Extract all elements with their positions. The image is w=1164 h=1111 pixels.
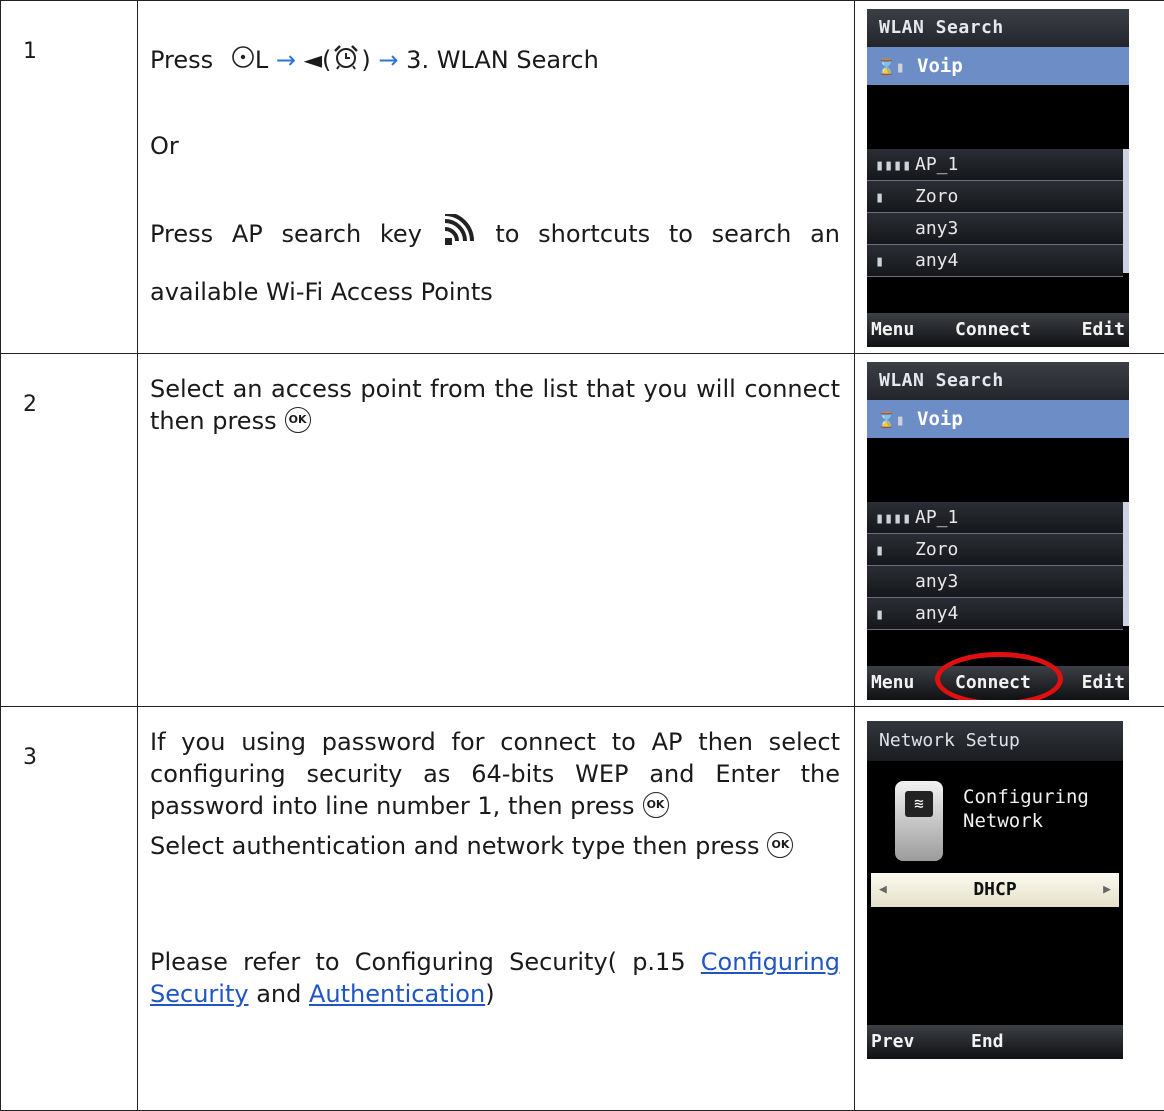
- signal-icon: ⌛▮: [877, 411, 905, 429]
- screen-title: WLAN Search: [867, 9, 1129, 47]
- alarm-clock-icon: [331, 44, 361, 78]
- step-row-2: 2 Select an access point from the list t…: [0, 353, 1164, 707]
- step-row-3: 3 If you using password for connect to A…: [0, 706, 1164, 1111]
- step-number-cell: 1: [0, 0, 138, 354]
- scrollbar[interactable]: [1123, 502, 1129, 626]
- wifi-icon: ≋: [895, 781, 943, 861]
- signal-icon: ▮: [875, 605, 885, 623]
- ap-list-item[interactable]: ▮▮▮▮ AP_1: [867, 502, 1123, 534]
- ap-list-item[interactable]: ▮▮▮▮ AP_1: [867, 149, 1123, 181]
- edit-softkey[interactable]: Edit: [1082, 313, 1125, 347]
- ap-list-item[interactable]: ▮ Zoro: [867, 534, 1123, 566]
- step3-line5: Please refer to Configuring Security( p.…: [150, 948, 840, 976]
- connect-softkey[interactable]: Connect: [955, 313, 1031, 347]
- ap-list-item[interactable]: ▮ any4: [867, 245, 1123, 277]
- ok-key-icon: OK: [642, 792, 669, 818]
- step-number: 2: [23, 392, 37, 417]
- ap-search-key-icon: [441, 212, 477, 256]
- ap-list-item[interactable]: any3: [867, 566, 1123, 598]
- network-mode-selector[interactable]: ◀ DHCP ▶: [871, 873, 1119, 907]
- config-text: Configuring Network: [963, 786, 1089, 832]
- step1-or: Or: [150, 132, 179, 160]
- step-description-cell: If you using password for connect to AP …: [137, 706, 855, 1111]
- step-number-cell: 2: [0, 353, 138, 707]
- screen-title: WLAN Search: [867, 362, 1129, 400]
- step1-line4: available Wi-Fi Access Points: [150, 278, 493, 306]
- step1-line1: Press L → ◄( ) → 3. WLAN Search: [150, 1, 840, 78]
- step-description-cell: Select an access point from the list tha…: [137, 353, 855, 707]
- screenshot-cell: Network Setup ≋ Configuring Network ◀ DH…: [854, 706, 1164, 1111]
- softkey-bar: Menu Connect Edit: [867, 313, 1129, 347]
- menu-softkey[interactable]: Menu: [871, 313, 914, 347]
- step-number-cell: 3: [0, 706, 138, 1111]
- connect-highlight-ring: [935, 652, 1063, 700]
- screen-title: Network Setup: [867, 721, 1123, 761]
- step3-line2: configuring security as 64-bits WEP and …: [150, 760, 840, 788]
- configuring-security-link[interactable]: Configuring: [701, 948, 840, 976]
- signal-icon: ▮: [875, 541, 885, 559]
- signal-icon: ▮: [875, 252, 885, 270]
- screenshot-cell: WLAN Search ⌛▮ Voip ▮▮▮▮ AP_1 ▮ Zoro any3 ▮…: [854, 353, 1164, 707]
- signal-icon: ▮▮▮▮: [875, 156, 912, 174]
- ap-list-item[interactable]: ▮ any4: [867, 598, 1123, 630]
- selected-ap-row[interactable]: ⌛▮ Voip: [867, 400, 1129, 438]
- wlan-search-screen: WLAN Search ⌛▮ Voip ▮▮▮▮ AP_1 ▮ Zoro any3 ▮…: [867, 362, 1129, 700]
- step3-line3: password into line number 1, then press O…: [150, 790, 840, 822]
- step-number: 1: [23, 39, 37, 64]
- arrow-left-icon[interactable]: ◀: [879, 873, 887, 907]
- step-number: 3: [23, 745, 37, 770]
- signal-icon: ⌛▮: [877, 58, 905, 76]
- ap-list: ▮▮▮▮ AP_1 ▮ Zoro any3 ▮ any4: [867, 149, 1123, 277]
- step3-line4: Select authentication and network type t…: [150, 830, 840, 862]
- step-row-1: 1 Press L → ◄( ) → 3. WLAN Search Or Pre…: [0, 0, 1164, 354]
- step3-line1: If you using password for connect to AP …: [150, 728, 840, 756]
- scrollbar[interactable]: [1123, 149, 1129, 273]
- selected-ap-row[interactable]: ⌛▮ Voip: [867, 47, 1129, 85]
- steps-table: 1 Press L → ◄( ) → 3. WLAN Search Or Pre…: [0, 0, 1164, 1111]
- step2-line1: Select an access point from the list tha…: [150, 375, 840, 403]
- ok-key-icon: OK: [767, 832, 794, 858]
- signal-icon: ▮: [875, 188, 885, 206]
- arrow-right-icon[interactable]: ▶: [1103, 873, 1111, 907]
- end-softkey[interactable]: End: [971, 1025, 1004, 1059]
- signal-icon: ▮▮▮▮: [875, 509, 912, 527]
- ap-list-item[interactable]: ▮ Zoro: [867, 181, 1123, 213]
- step3-line6: Security and Authentication): [150, 980, 495, 1008]
- ok-key-icon: OK: [284, 407, 311, 433]
- step1-line3: Press AP search key to shortcuts to sear…: [150, 212, 840, 256]
- menu-softkey[interactable]: Menu: [871, 666, 914, 700]
- configuring-security-link-cont[interactable]: Security: [150, 980, 249, 1008]
- nav-key-icon: [231, 45, 255, 77]
- softkey-bar: Prev End: [867, 1025, 1123, 1059]
- screenshot-cell: WLAN Search ⌛▮ Voip ▮▮▮▮ AP_1 ▮ Zoro any3 ▮…: [854, 0, 1164, 354]
- wlan-search-screen: WLAN Search ⌛▮ Voip ▮▮▮▮ AP_1 ▮ Zoro any3 ▮…: [867, 9, 1129, 347]
- ap-list-item[interactable]: any3: [867, 213, 1123, 245]
- ap-list: ▮▮▮▮ AP_1 ▮ Zoro any3 ▮ any4: [867, 502, 1123, 630]
- step2-line2: then press OK: [150, 405, 840, 437]
- network-setup-screen: Network Setup ≋ Configuring Network ◀ DH…: [867, 721, 1123, 1059]
- edit-softkey[interactable]: Edit: [1082, 666, 1125, 700]
- step-description-cell: Press L → ◄( ) → 3. WLAN Search Or Press…: [137, 0, 855, 354]
- prev-softkey[interactable]: Prev: [871, 1025, 914, 1059]
- authentication-link[interactable]: Authentication: [309, 980, 485, 1008]
